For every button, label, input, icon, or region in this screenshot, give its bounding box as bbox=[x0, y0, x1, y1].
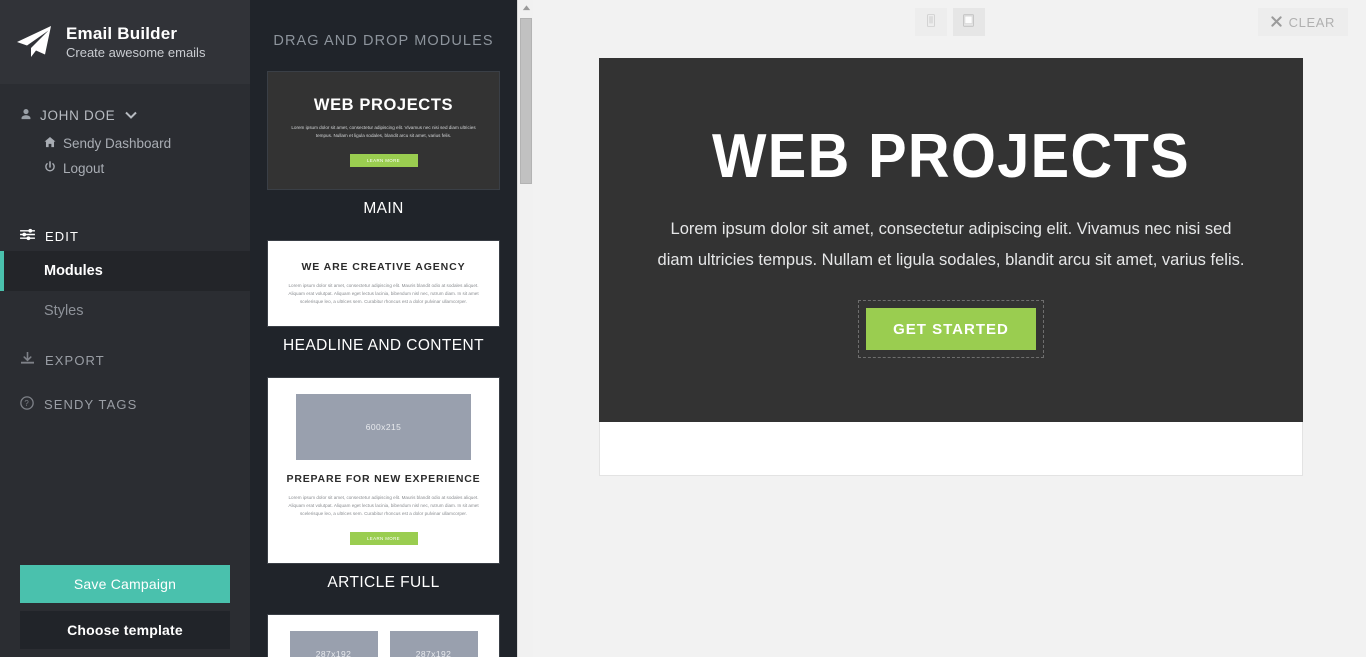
module-label: MAIN bbox=[363, 200, 404, 217]
user-name: JOHN DOE bbox=[40, 108, 116, 123]
sliders-icon bbox=[20, 228, 35, 244]
module-body-text: Lorem ipsum dolor sit amet, consectetur … bbox=[288, 495, 479, 516]
sidebar-item-logout[interactable]: Logout bbox=[0, 156, 250, 181]
module-thumbnail[interactable]: 287x192 287x192 bbox=[267, 614, 500, 657]
clear-label: CLEAR bbox=[1288, 14, 1335, 30]
sidebar-section-label: EXPORT bbox=[45, 352, 105, 368]
question-circle-icon: ? bbox=[20, 396, 34, 413]
module-item-headline-and-content[interactable]: WE ARE CREATIVE AGENCY Lorem ipsum dolor… bbox=[267, 240, 500, 367]
sidebar-item-label: Styles bbox=[44, 303, 84, 319]
sidebar-flex-spacer bbox=[0, 420, 250, 565]
sidebar-section-sendy-tags[interactable]: ? SENDY TAGS bbox=[0, 389, 250, 420]
modules-panel: DRAG AND DROP MODULES WEB PROJECTS Lorem… bbox=[250, 0, 533, 657]
sidebar-section-edit[interactable]: EDIT bbox=[0, 221, 250, 251]
home-icon bbox=[44, 136, 56, 151]
module-thumbnail[interactable]: WE ARE CREATIVE AGENCY Lorem ipsum dolor… bbox=[267, 240, 500, 327]
chevron-up-icon[interactable] bbox=[518, 0, 533, 15]
module-body-text: Lorem ipsum dolor sit amet, consectetur … bbox=[288, 283, 479, 304]
paper-plane-icon bbox=[14, 22, 54, 62]
modules-scrollbar[interactable] bbox=[517, 0, 533, 657]
svg-text:?: ? bbox=[24, 399, 29, 408]
close-x-icon bbox=[1271, 15, 1282, 30]
module-label: HEADLINE AND CONTENT bbox=[283, 337, 484, 354]
preview-toolbar: CLEAR bbox=[533, 0, 1366, 44]
email-canvas: WEB PROJECTS Lorem ipsum dolor sit amet,… bbox=[599, 58, 1303, 476]
module-dropzone[interactable] bbox=[599, 422, 1303, 476]
sidebar-item-sendy-dashboard[interactable]: Sendy Dashboard bbox=[0, 131, 250, 156]
preview-area: CLEAR WEB PROJECTS Lorem ipsum dolor sit… bbox=[533, 0, 1366, 657]
chevron-down-icon bbox=[125, 110, 138, 122]
user-icon bbox=[20, 108, 32, 123]
modules-panel-title: DRAG AND DROP MODULES bbox=[273, 33, 494, 49]
download-icon bbox=[20, 351, 35, 368]
module-heading: WEB PROJECTS bbox=[313, 96, 454, 114]
two-column-row: 287x192 287x192 bbox=[280, 631, 487, 657]
module-button: LEARN MORE bbox=[349, 532, 418, 545]
module-body-text: Lorem ipsum dolor sit amet, consectetur … bbox=[291, 125, 476, 138]
app-root: Email Builder Create awesome emails JOHN… bbox=[0, 0, 1366, 657]
hero-body: Lorem ipsum dolor sit amet, consectetur … bbox=[657, 220, 1245, 269]
power-icon bbox=[44, 161, 56, 176]
sidebar-item-modules[interactable]: Modules bbox=[0, 251, 250, 291]
save-campaign-wrap: Save Campaign bbox=[0, 565, 250, 611]
mobile-icon bbox=[926, 14, 935, 30]
module-item-main[interactable]: WEB PROJECTS Lorem ipsum dolor sit amet,… bbox=[267, 71, 500, 230]
user-block: JOHN DOE Sendy Dashboard Logout bbox=[0, 84, 250, 187]
brand-title: Email Builder bbox=[66, 23, 178, 43]
module-label: ARTICLE FULL bbox=[327, 574, 440, 591]
module-thumbnail[interactable]: WEB PROJECTS Lorem ipsum dolor sit amet,… bbox=[267, 71, 500, 190]
scrollbar-thumb[interactable] bbox=[520, 18, 532, 184]
choose-template-wrap: Choose template bbox=[0, 611, 250, 657]
module-item-article-full[interactable]: 600x215 PREPARE FOR NEW EXPERIENCE Lorem… bbox=[267, 377, 500, 604]
device-desktop-button[interactable] bbox=[952, 8, 985, 36]
module-heading: WE ARE CREATIVE AGENCY bbox=[301, 261, 466, 273]
sidebar-item-styles[interactable]: Styles bbox=[0, 291, 250, 331]
choose-template-button[interactable]: Choose template bbox=[20, 611, 230, 649]
device-toggle-group bbox=[533, 8, 1366, 36]
sidebar-item-label: Sendy Dashboard bbox=[63, 136, 172, 151]
get-started-button[interactable]: GET STARTED bbox=[858, 300, 1044, 358]
module-thumbnail[interactable]: 600x215 PREPARE FOR NEW EXPERIENCE Lorem… bbox=[267, 377, 500, 564]
sidebar-section-label: SENDY TAGS bbox=[44, 397, 138, 412]
brand-header: Email Builder Create awesome emails bbox=[0, 0, 250, 84]
image-placeholder: 600x215 bbox=[296, 394, 471, 460]
clear-button[interactable]: CLEAR bbox=[1257, 8, 1348, 36]
save-campaign-button[interactable]: Save Campaign bbox=[20, 565, 230, 603]
modules-list: DRAG AND DROP MODULES WEB PROJECTS Lorem… bbox=[250, 0, 517, 657]
tablet-icon bbox=[962, 14, 975, 30]
sidebar: Email Builder Create awesome emails JOHN… bbox=[0, 0, 250, 657]
device-mobile-button[interactable] bbox=[914, 8, 947, 36]
module-button: LEARN MORE bbox=[349, 154, 418, 167]
image-placeholder-right: 287x192 bbox=[389, 631, 478, 657]
sidebar-section-label: EDIT bbox=[45, 228, 80, 244]
user-menu-toggle[interactable]: JOHN DOE bbox=[0, 106, 250, 125]
hero-heading: WEB PROJECTS bbox=[711, 122, 1191, 191]
user-submenu: Sendy Dashboard Logout bbox=[0, 125, 250, 181]
sidebar-section-export[interactable]: EXPORT bbox=[0, 345, 250, 375]
module-item-two-column[interactable]: 287x192 287x192 bbox=[267, 614, 500, 657]
brand-subtitle: Create awesome emails bbox=[66, 44, 206, 60]
sidebar-item-label: Logout bbox=[63, 161, 105, 176]
hero-block[interactable]: WEB PROJECTS Lorem ipsum dolor sit amet,… bbox=[599, 58, 1303, 422]
image-placeholder-left: 287x192 bbox=[289, 631, 378, 657]
module-heading: PREPARE FOR NEW EXPERIENCE bbox=[286, 473, 481, 485]
sidebar-item-label: Modules bbox=[44, 263, 103, 279]
